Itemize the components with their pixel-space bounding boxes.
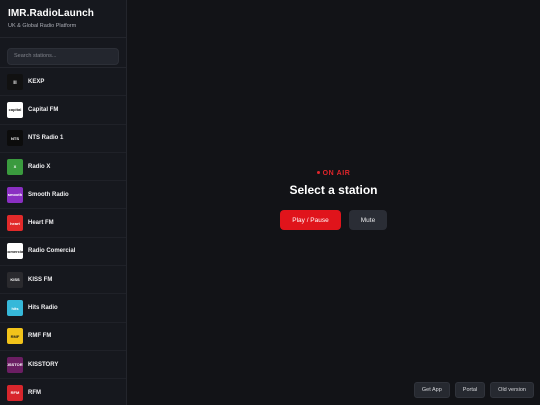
mute-button[interactable]: Mute [349,210,387,230]
app-subtitle: UK & Global Radio Platform [8,23,77,29]
footer-links: Get App Portal Old version [413,382,534,398]
capital-fm-logo: capital [7,101,23,118]
kisstory-logo: KISSTORY [7,356,23,373]
station-item[interactable]: hits Hits Radio [0,294,126,323]
station-item[interactable]: heart Heart FM [0,209,126,238]
on-air-label: ON AIR [322,170,351,177]
kiss-fm-logo: KISS [7,271,23,288]
station-name: Smooth Radio [28,191,69,198]
player-controls: Play / Pause Mute [127,210,540,230]
station-name: Radio Comercial [28,248,76,255]
search-container [0,38,126,68]
get-app-button[interactable]: Get App [413,382,450,398]
app-title: IMR.RadioLaunch [8,8,94,19]
station-item[interactable]: comercial Radio Comercial [0,238,126,267]
old-version-button[interactable]: Old version [490,382,534,398]
rfm-logo: RFM [7,384,23,401]
station-name: Capital FM [28,106,59,113]
station-name: NTS Radio 1 [28,135,64,142]
station-name: KEXP [28,78,45,85]
station-item[interactable]: KISSTORY KISSTORY [0,351,126,380]
station-item[interactable]: RFM RFM [0,379,126,405]
station-name: KISSTORY [28,361,59,368]
station-list: ||| KEXP capital Capital FM NTS NTS Radio 1XR… [0,68,126,405]
station-name: Hits Radio [28,305,58,312]
station-item[interactable]: RMF RMF FM [0,323,126,351]
rmf-fm-logo: RMF [7,328,23,345]
player: ON AIR Select a station Play / Pause Mut… [127,170,540,230]
radio-x-logo: X [7,158,23,175]
portal-button[interactable]: Portal [454,382,486,398]
main-panel: ON AIR Select a station Play / Pause Mut… [127,0,540,405]
station-name: KISS FM [28,276,53,283]
heart-fm-logo: heart [7,215,23,232]
sidebar: IMR.RadioLaunch UK & Global Radio Platfo… [0,0,127,405]
radio-comercial-logo: comercial [7,243,23,260]
station-item[interactable]: ||| KEXP [0,68,126,97]
live-dot-icon [316,170,320,174]
now-playing-title: Select a station [289,183,378,197]
station-item[interactable]: NTS NTS Radio 1 [0,125,126,153]
station-item[interactable]: KISS KISS FM [0,266,126,295]
smooth-radio-logo: smooth [7,186,23,203]
station-item[interactable]: capital Capital FM [0,96,126,125]
nts-logo: NTS [7,130,23,147]
search-input[interactable] [7,47,119,65]
station-name: RMF FM [28,333,52,340]
station-item[interactable]: X Radio X [0,153,126,182]
station-item[interactable]: smooth Smooth Radio [0,181,126,210]
kexp-logo: ||| [7,73,23,90]
station-name: Radio X [28,163,51,170]
brand-header: IMR.RadioLaunch UK & Global Radio Platfo… [0,0,126,38]
play-pause-button[interactable]: Play / Pause [280,210,341,230]
station-name: RFM [28,389,41,396]
hits-radio-logo: hits [7,300,23,317]
station-name: Heart FM [28,220,54,227]
on-air-indicator: ON AIR [127,170,540,177]
